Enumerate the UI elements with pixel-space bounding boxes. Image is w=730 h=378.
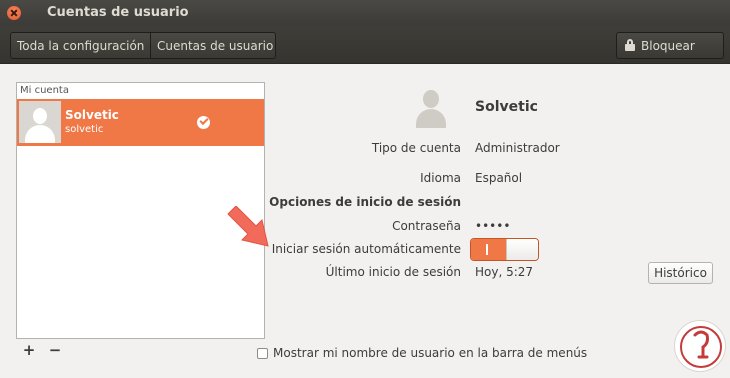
autologin-toggle[interactable]	[470, 238, 539, 261]
account-type-value[interactable]: Administrador	[475, 141, 560, 155]
annotation-arrow-icon	[227, 206, 269, 247]
login-options-heading: Opciones de inicio de sesión	[269, 195, 461, 209]
last-login-label: Último inicio de sesión	[325, 265, 461, 279]
lock-button-label: Bloquear	[641, 39, 695, 53]
lock-button[interactable]: Bloquear	[616, 32, 724, 59]
close-window-icon[interactable]	[7, 6, 21, 20]
window-title: Cuentas de usuario	[47, 5, 189, 20]
show-name-checkbox[interactable]	[257, 348, 268, 359]
title-bar: Cuentas de usuario	[0, 0, 730, 26]
last-login-value: Hoy, 5:27	[475, 265, 534, 279]
watermark-logo	[674, 320, 726, 372]
add-user-button[interactable]: +	[21, 342, 37, 358]
show-name-label[interactable]: Mostrar mi nombre de usuario en la barra…	[273, 346, 587, 360]
remove-user-button[interactable]: −	[47, 342, 63, 358]
user-name[interactable]: Solvetic	[475, 99, 538, 115]
toolbar: Toda la configuración Cuentas de usuario…	[0, 26, 730, 64]
check-icon	[197, 116, 210, 129]
account-login: solvetic	[65, 124, 104, 135]
lock-icon	[625, 39, 635, 51]
language-label: Idioma	[420, 171, 461, 185]
language-value[interactable]: Español	[475, 171, 522, 185]
autologin-label: Iniciar sesión automáticamente	[271, 242, 461, 256]
breadcrumb-all-settings[interactable]: Toda la configuración	[10, 32, 151, 59]
history-button[interactable]: Histórico	[648, 262, 713, 284]
avatar	[19, 101, 61, 143]
account-row-solvetic[interactable]: Solvetic solvetic	[17, 99, 264, 146]
password-label: Contraseña	[392, 219, 461, 233]
password-value[interactable]: •••••	[475, 219, 510, 233]
account-name: Solvetic	[65, 108, 119, 122]
list-header: Mi cuenta	[20, 85, 69, 96]
breadcrumb-user-accounts[interactable]: Cuentas de usuario	[150, 32, 276, 59]
account-type-label: Tipo de cuenta	[371, 141, 461, 155]
user-avatar-button[interactable]	[414, 90, 448, 128]
